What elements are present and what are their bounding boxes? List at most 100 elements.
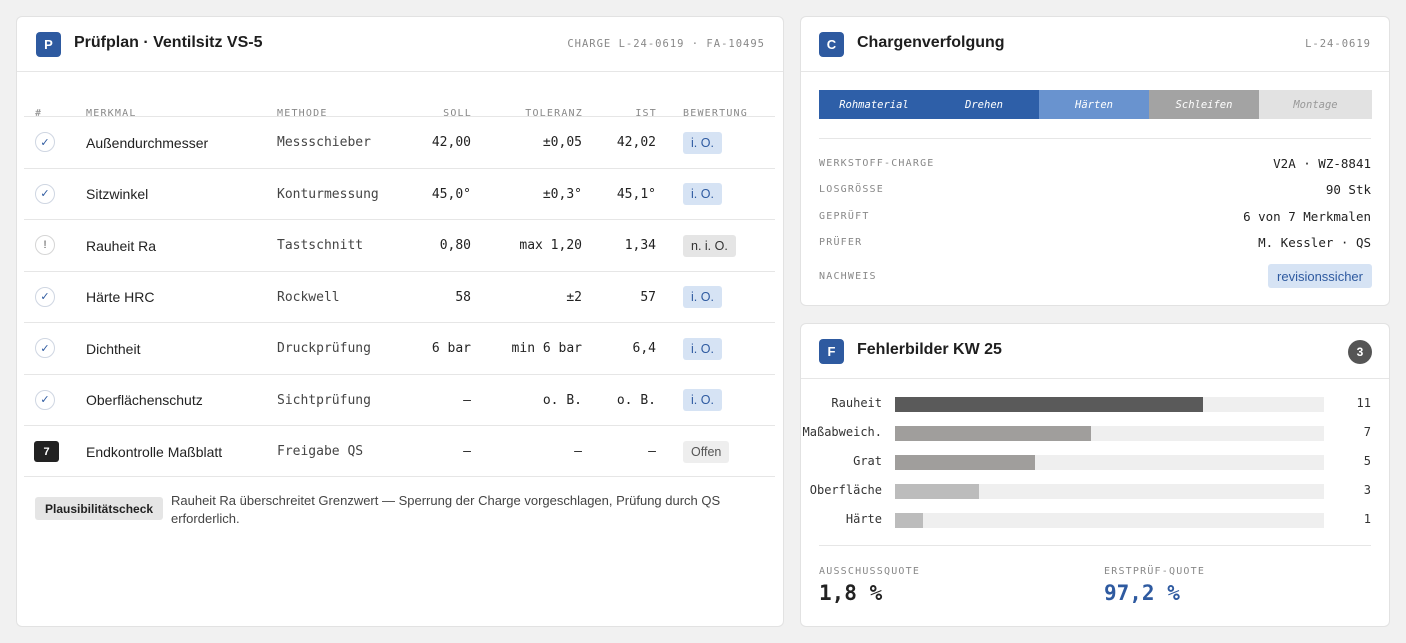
table-row[interactable]: ! Rauheit Ra Tastschnitt 0,80 max 1,20 1,34 n.… (24, 219, 775, 271)
field-value: 6 von 7 Merkmalen (1243, 209, 1371, 224)
merkmal-cell: Dichtheit (86, 340, 141, 357)
plausibility-check-button[interactable]: Plausibilitätscheck (35, 497, 164, 520)
field-value: M. Kessler · QS (1258, 235, 1371, 250)
bewertung-badge: Offen (683, 440, 730, 463)
bar-category-label: Maßabweich. (802, 425, 882, 439)
methode-cell: Sichtprüfung (277, 392, 371, 408)
soll-cell: — (463, 392, 471, 408)
methode-cell: Rockwell (277, 289, 340, 305)
fehler-divider (819, 545, 1371, 546)
bar-grat (895, 455, 1036, 470)
ist-cell: — (648, 444, 656, 460)
stage-drehen[interactable]: Drehen (929, 90, 1039, 119)
ist-cell: 6,4 (632, 341, 656, 357)
bewertung-badge: n. i. O. (683, 234, 736, 257)
kpi-erstpruef-label: ERSTPRÜF-QUOTE (1104, 566, 1206, 577)
bar-track (895, 513, 1324, 528)
bewertung-badge: i. O. (683, 337, 722, 360)
toleranz-cell: ±2 (566, 289, 582, 305)
fehler-header: F Fehlerbilder KW 25 3 (801, 324, 1389, 379)
charge-id: L-24-0619 (1305, 38, 1371, 50)
stage-härten[interactable]: Härten (1039, 90, 1149, 119)
field-value: 90 Stk (1325, 182, 1371, 197)
fehler-title: Fehlerbilder KW 25 (857, 341, 1002, 358)
field-value: V2A · WZ-8841 (1273, 156, 1371, 171)
check-icon: ✓ (35, 286, 55, 307)
table-row[interactable]: ✓ Sitzwinkel Konturmessung 45,0° ±0,3° 45,1° i… (24, 167, 775, 220)
bar-härte (895, 513, 924, 528)
kpi-erstpruef-value: 97,2 % (1104, 581, 1180, 605)
check-icon: ✓ (35, 338, 55, 358)
charge-badge: C (819, 32, 844, 57)
soll-cell: — (463, 444, 471, 460)
bar-rauheit (895, 397, 1204, 412)
soll-cell: 0,80 (439, 238, 471, 254)
fehlerbilder-card: F Fehlerbilder KW 25 3 Rauheit 11 Maßabwei… (800, 323, 1390, 627)
soll-cell: 58 (455, 289, 471, 305)
ist-cell: 45,1° (616, 186, 656, 202)
charge-title: Chargenverfolgung (857, 34, 1005, 51)
bar-value-label: 11 (1356, 396, 1371, 410)
merkmal-cell: Härte HRC (86, 289, 155, 306)
stage-montage[interactable]: Montage (1259, 90, 1372, 119)
table-row[interactable]: ✓ Härte HRC Rockwell 58 ±2 57 i. O. (24, 270, 775, 323)
soll-cell: 45,0° (431, 186, 471, 202)
kpi-ausschuss-value: 1,8 % (819, 581, 883, 605)
nachweis-label: NACHWEIS (819, 271, 877, 282)
toleranz-cell: max 1,20 (519, 238, 582, 254)
bar-category-label: Oberfläche (809, 483, 882, 497)
methode-cell: Freigabe QS (277, 444, 364, 460)
bewertung-badge: i. O. (683, 131, 722, 154)
chargenverfolgung-card: C Chargenverfolgung L-24-0619 Rohmateria… (800, 16, 1390, 306)
bar-track (895, 426, 1324, 441)
check-icon: ✓ (35, 132, 55, 152)
toleranz-cell: — (574, 444, 582, 460)
soll-cell: 42,00 (431, 135, 471, 151)
charge-divider (819, 138, 1371, 139)
table-row[interactable]: ✓ Außendurchmesser Messschieber 42,00 ±0,05 4… (24, 116, 775, 168)
merkmal-cell: Außendurchmesser (86, 134, 209, 151)
bar-value-label: 5 (1363, 454, 1371, 468)
process-stage-bar: Rohmaterial Drehen Härten Schleifen Montage (819, 90, 1372, 119)
field-label: WERKSTOFF-CHARGE (819, 158, 935, 169)
warning-icon: ! (35, 235, 55, 255)
pruefplan-badge: P (36, 32, 61, 57)
charge-header: C Chargenverfolgung L-24-0619 (801, 17, 1389, 72)
ist-cell: o. B. (616, 392, 656, 408)
stage-schleifen[interactable]: Schleifen (1149, 90, 1259, 119)
table-row[interactable]: ✓ Dichtheit Druckprüfung 6 bar min 6 bar 6,4 i… (24, 322, 775, 374)
toleranz-cell: o. B. (542, 392, 582, 408)
field-label: PRÜFER (819, 237, 863, 248)
fehler-badge: F (819, 339, 844, 364)
bar-oberfläche (895, 484, 980, 499)
bar-category-label: Rauheit (831, 396, 882, 410)
soll-cell: 6 bar (431, 341, 471, 357)
merkmal-cell: Endkontrolle Maßblatt (86, 443, 223, 460)
plausibility-message: Rauheit Ra überschreitet Grenzwert — Spe… (171, 493, 721, 526)
toleranz-cell: min 6 bar (511, 341, 582, 357)
field-label: LOSGRÖSSE (819, 184, 884, 195)
methode-cell: Druckprüfung (277, 341, 371, 357)
bar-category-label: Grat (853, 454, 882, 468)
bar-value-label: 3 (1363, 483, 1371, 497)
bar-track (895, 455, 1324, 470)
pruefplan-header: P Prüfplan · Ventilsitz VS-5 CHARGE L-24… (17, 17, 783, 72)
pruefplan-card: P Prüfplan · Ventilsitz VS-5 CHARGE L-24… (16, 16, 784, 627)
pruefplan-title: Prüfplan · Ventilsitz VS-5 (74, 34, 263, 51)
ist-cell: 1,34 (624, 238, 656, 254)
toleranz-cell: ±0,05 (542, 135, 582, 151)
bewertung-badge: i. O. (683, 183, 722, 206)
bar-category-label: Härte (845, 512, 882, 526)
merkmal-cell: Oberflächenschutz (86, 392, 203, 409)
bewertung-badge: i. O. (683, 389, 722, 412)
table-row[interactable]: ✓ Oberflächenschutz Sichtprüfung — o. B. o. B… (24, 373, 775, 426)
stage-rohmaterial[interactable]: Rohmaterial (819, 90, 929, 119)
check-icon: ✓ (35, 389, 55, 410)
toleranz-cell: ±0,3° (542, 186, 582, 202)
table-row[interactable]: 7 Endkontrolle Maßblatt Freigabe QS — — — Offe… (24, 425, 775, 477)
methode-cell: Messschieber (277, 135, 371, 151)
check-icon: ✓ (35, 183, 55, 204)
bar-value-label: 1 (1363, 512, 1371, 526)
field-label: GEPRÜFT (819, 211, 870, 222)
table-bottom-divider (24, 476, 775, 477)
